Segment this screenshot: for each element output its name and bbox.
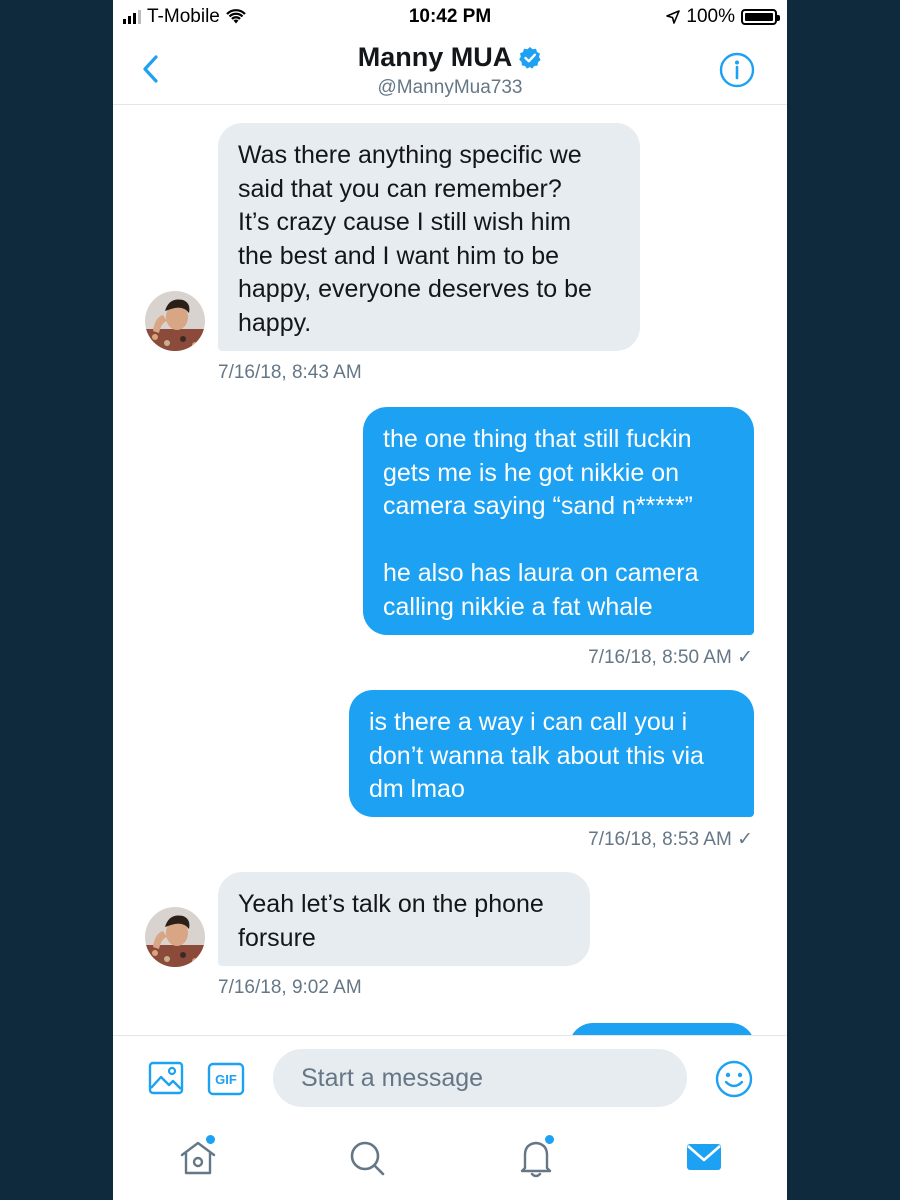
incoming-message-bubble[interactable]: Was there anything specific we said that…	[218, 123, 640, 351]
tab-messages[interactable]	[684, 1135, 724, 1179]
message-thread[interactable]: Was there anything specific we said that…	[113, 105, 787, 1035]
message-composer: GIF	[113, 1035, 787, 1122]
mail-icon	[687, 1144, 721, 1170]
phone-screen: T-Mobile 10:42 PM 100% Manny MUA @MannyM…	[113, 0, 787, 1200]
tab-search[interactable]	[347, 1135, 387, 1179]
outgoing-message-bubble[interactable]: is there a way i can call you i don’t wa…	[349, 690, 754, 817]
search-icon	[350, 1141, 385, 1176]
outgoing-message-bubble[interactable]: the one thing that still fuckin gets me …	[363, 407, 754, 635]
outgoing-message-bubble-partial[interactable]	[569, 1023, 755, 1035]
message-timestamp: 7/16/18, 8:53 AM ✓	[588, 829, 753, 850]
message-timestamp: 7/16/18, 8:50 AM ✓	[588, 647, 753, 668]
battery-percent: 100%	[686, 6, 735, 27]
avatar-image	[145, 907, 205, 967]
avatar[interactable]	[145, 291, 205, 351]
avatar-image	[145, 291, 205, 351]
bottom-tab-bar	[113, 1121, 787, 1200]
contact-name: Manny MUA	[357, 42, 513, 72]
home-notification-dot	[206, 1135, 215, 1144]
emoji-icon	[715, 1060, 753, 1098]
header-title[interactable]: Manny MUA @MannyMua733	[113, 42, 787, 99]
message-input[interactable]	[273, 1049, 687, 1107]
emoji-button[interactable]	[714, 1059, 754, 1104]
verified-badge-icon	[519, 46, 541, 69]
status-right: 100%	[666, 6, 780, 28]
gif-icon: GIF	[207, 1062, 245, 1096]
tab-notifications[interactable]	[516, 1135, 556, 1179]
conversation-header: Manny MUA @MannyMua733	[113, 34, 787, 105]
info-button[interactable]	[719, 52, 755, 88]
avatar[interactable]	[145, 907, 205, 967]
incoming-message-bubble[interactable]: Yeah let’s talk on the phone forsure	[218, 872, 590, 966]
add-image-button[interactable]	[148, 1060, 184, 1101]
location-arrow-icon	[666, 10, 681, 24]
status-bar: T-Mobile 10:42 PM 100%	[113, 0, 787, 34]
gif-label: GIF	[215, 1072, 237, 1087]
tab-home[interactable]	[178, 1135, 218, 1179]
contact-handle: @MannyMua733	[377, 77, 523, 98]
image-icon	[148, 1061, 184, 1095]
message-timestamp: 7/16/18, 9:02 AM	[218, 977, 362, 998]
notifications-dot	[545, 1135, 554, 1144]
message-timestamp: 7/16/18, 8:43 AM	[218, 362, 362, 383]
add-gif-button[interactable]: GIF	[207, 1062, 245, 1101]
battery-icon	[741, 9, 780, 25]
info-icon	[719, 52, 755, 88]
